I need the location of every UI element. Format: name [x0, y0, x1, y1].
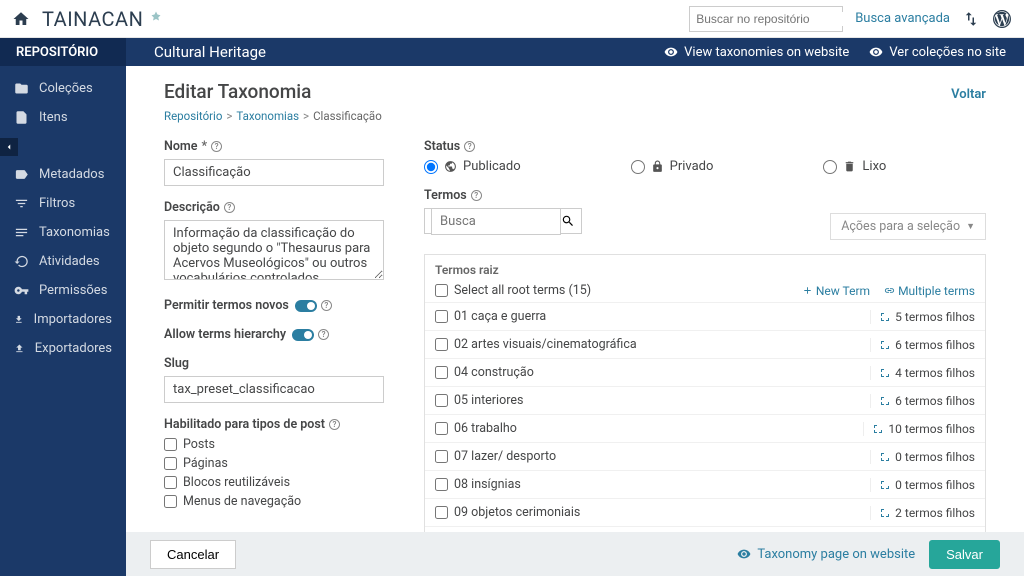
repo-label: REPOSITÓRIO — [0, 38, 126, 66]
help-icon[interactable]: ? — [329, 419, 340, 430]
search-icon — [561, 214, 575, 228]
help-icon[interactable]: ? — [471, 190, 482, 201]
home-icon[interactable] — [12, 10, 30, 28]
actions-dropdown[interactable]: Ações para a seleção ▼ — [830, 213, 986, 240]
allow-new-terms-toggle[interactable] — [295, 300, 317, 312]
save-button[interactable]: Salvar — [929, 540, 1000, 569]
term-checkbox[interactable] — [435, 394, 448, 407]
term-row[interactable]: 07 lazer/ desporto0 termos filhos — [425, 442, 985, 470]
terms-search-input[interactable] — [424, 208, 582, 234]
description-field[interactable]: Informação da classificação do objeto se… — [164, 220, 384, 280]
help-icon[interactable]: ? — [318, 329, 329, 340]
sidebar-item-taxonomias[interactable]: Taxonomias — [0, 218, 126, 247]
view-taxonomies-link[interactable]: View taxonomies on website — [664, 45, 849, 60]
sidebar-item-exportadores[interactable]: Exportadores — [0, 334, 126, 363]
term-checkbox[interactable] — [435, 310, 448, 323]
term-row[interactable]: 06 trabalho10 termos filhos — [425, 414, 985, 442]
sidebar-item-atividades[interactable]: Atividades — [0, 247, 126, 276]
breadcrumb-item[interactable]: Repositório — [164, 109, 222, 123]
back-link[interactable]: Voltar — [951, 87, 986, 102]
breadcrumb-current: Classificação — [313, 109, 382, 123]
term-checkbox[interactable] — [435, 338, 448, 351]
advanced-search-link[interactable]: Busca avançada — [855, 11, 950, 26]
status-private[interactable]: Privado — [631, 159, 714, 174]
status-trash[interactable]: Lixo — [823, 159, 886, 174]
post-type-checkbox[interactable]: Páginas — [164, 456, 384, 471]
term-checkbox[interactable] — [435, 422, 448, 435]
sidebar-collapse-button[interactable] — [0, 138, 18, 156]
term-row[interactable]: 02 artes visuais/cinematográfica6 termos… — [425, 330, 985, 358]
brand-logo[interactable]: TAINACAN — [42, 7, 165, 31]
search-input[interactable] — [689, 6, 843, 32]
sidebar-item-permissoes[interactable]: Permissões — [0, 276, 126, 305]
children-icon — [872, 423, 884, 435]
collection-name: Cultural Heritage — [126, 43, 266, 61]
sidebar: Coleções Itens Metadados Filtros Taxonom… — [0, 66, 126, 576]
allow-hierarchy-toggle[interactable] — [292, 329, 314, 341]
term-checkbox[interactable] — [435, 366, 448, 379]
post-type-checkbox[interactable]: Menus de navegação — [164, 494, 384, 509]
children-icon — [879, 311, 891, 323]
children-icon — [879, 339, 891, 351]
slug-field[interactable] — [164, 376, 384, 403]
select-all-checkbox[interactable]: Select all root terms (15) — [435, 283, 591, 298]
term-row[interactable]: 01 caça e guerra5 termos filhos — [425, 302, 985, 330]
help-icon[interactable]: ? — [224, 202, 235, 213]
post-type-checkbox[interactable]: Posts — [164, 437, 384, 452]
term-checkbox[interactable] — [435, 450, 448, 463]
sidebar-item-metadados[interactable]: Metadados — [0, 160, 126, 189]
sidebar-item-filtros[interactable]: Filtros — [0, 189, 126, 218]
wordpress-icon[interactable] — [992, 9, 1012, 29]
breadcrumb-item[interactable]: Taxonomias — [236, 109, 299, 123]
children-icon — [879, 507, 891, 519]
children-icon — [879, 451, 891, 463]
post-type-checkbox[interactable]: Blocos reutilizáveis — [164, 475, 384, 490]
term-row[interactable]: 05 interiores6 termos filhos — [425, 386, 985, 414]
sidebar-item-colecoes[interactable]: Coleções — [0, 74, 126, 103]
breadcrumb: Repositório>Taxonomias>Classificação — [164, 109, 986, 123]
taxonomy-page-link[interactable]: Taxonomy page on website — [737, 547, 915, 562]
sidebar-item-importadores[interactable]: Importadores — [0, 305, 126, 334]
multiple-terms-link[interactable]: Multiple terms — [884, 284, 975, 298]
help-icon[interactable]: ? — [211, 141, 222, 152]
term-checkbox[interactable] — [435, 506, 448, 519]
name-field[interactable] — [164, 159, 384, 186]
term-row[interactable]: 08 insígnias0 termos filhos — [425, 470, 985, 498]
sort-icon[interactable] — [962, 10, 980, 28]
help-icon[interactable]: ? — [464, 141, 475, 152]
cancel-button[interactable]: Cancelar — [150, 540, 236, 569]
terms-root-label: Termos raiz — [435, 263, 975, 277]
page-title: Editar Taxonomia — [164, 80, 311, 103]
status-published[interactable]: Publicado — [424, 159, 521, 174]
children-icon — [879, 367, 891, 379]
view-collections-link[interactable]: Ver coleções no site — [869, 45, 1006, 60]
children-icon — [879, 395, 891, 407]
children-icon — [879, 479, 891, 491]
new-term-link[interactable]: New Term — [802, 284, 870, 298]
sidebar-item-itens[interactable]: Itens — [0, 103, 126, 132]
help-icon[interactable]: ? — [321, 300, 332, 311]
term-checkbox[interactable] — [435, 478, 448, 491]
term-row[interactable]: 09 objetos cerimoniais2 termos filhos — [425, 498, 985, 526]
term-row[interactable]: 04 construção4 termos filhos — [425, 358, 985, 386]
